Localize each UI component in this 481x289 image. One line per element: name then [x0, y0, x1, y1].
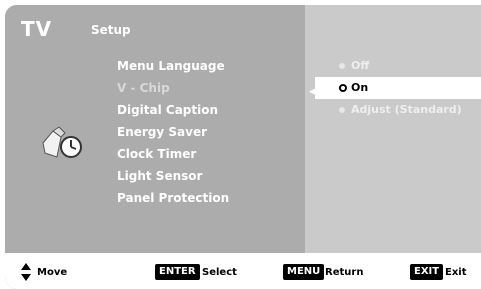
- menu-item-menu-language[interactable]: Menu Language: [117, 55, 229, 77]
- radio-adjust-icon: [339, 107, 345, 113]
- v-chip-options: Off On Adjust (Standard): [315, 55, 481, 121]
- enter-key-button[interactable]: ENTER: [155, 264, 200, 280]
- option-on[interactable]: On: [315, 77, 481, 99]
- brand-label: TV: [21, 17, 53, 41]
- menu-item-panel-protection[interactable]: Panel Protection: [117, 187, 229, 209]
- menu-key-button[interactable]: MENU: [283, 264, 325, 280]
- section-title: Setup: [91, 23, 131, 37]
- menu-item-light-sensor[interactable]: Light Sensor: [117, 165, 229, 187]
- option-adjust[interactable]: Adjust (Standard): [315, 99, 481, 121]
- menu-item-clock-timer[interactable]: Clock Timer: [117, 143, 229, 165]
- option-off[interactable]: Off: [315, 55, 481, 77]
- radio-off-icon: [339, 63, 345, 69]
- move-label: Move: [37, 267, 68, 278]
- option-off-label: Off: [351, 59, 370, 72]
- option-on-label: On: [351, 81, 369, 94]
- menu-item-energy-saver[interactable]: Energy Saver: [117, 121, 229, 143]
- options-pane: [305, 5, 481, 253]
- setup-menu-list: Menu Language V - Chip Digital Caption E…: [117, 55, 229, 209]
- menu-item-v-chip[interactable]: V - Chip: [117, 77, 229, 99]
- footer-bar: Move ENTER Select MENU Return EXIT Exit: [5, 253, 481, 289]
- radio-on-icon: [339, 84, 347, 92]
- menu-item-digital-caption[interactable]: Digital Caption: [117, 99, 229, 121]
- return-label: Return: [325, 267, 364, 278]
- up-down-arrow-icon: [21, 263, 31, 281]
- exit-label: Exit: [445, 267, 467, 278]
- tv-menu-panel: TV Setup Menu Language V - Chip Digital …: [5, 5, 481, 289]
- select-label: Select: [202, 267, 237, 278]
- setup-clock-icon: [42, 126, 82, 158]
- exit-key-button[interactable]: EXIT: [410, 264, 444, 280]
- option-adjust-label: Adjust (Standard): [351, 103, 462, 116]
